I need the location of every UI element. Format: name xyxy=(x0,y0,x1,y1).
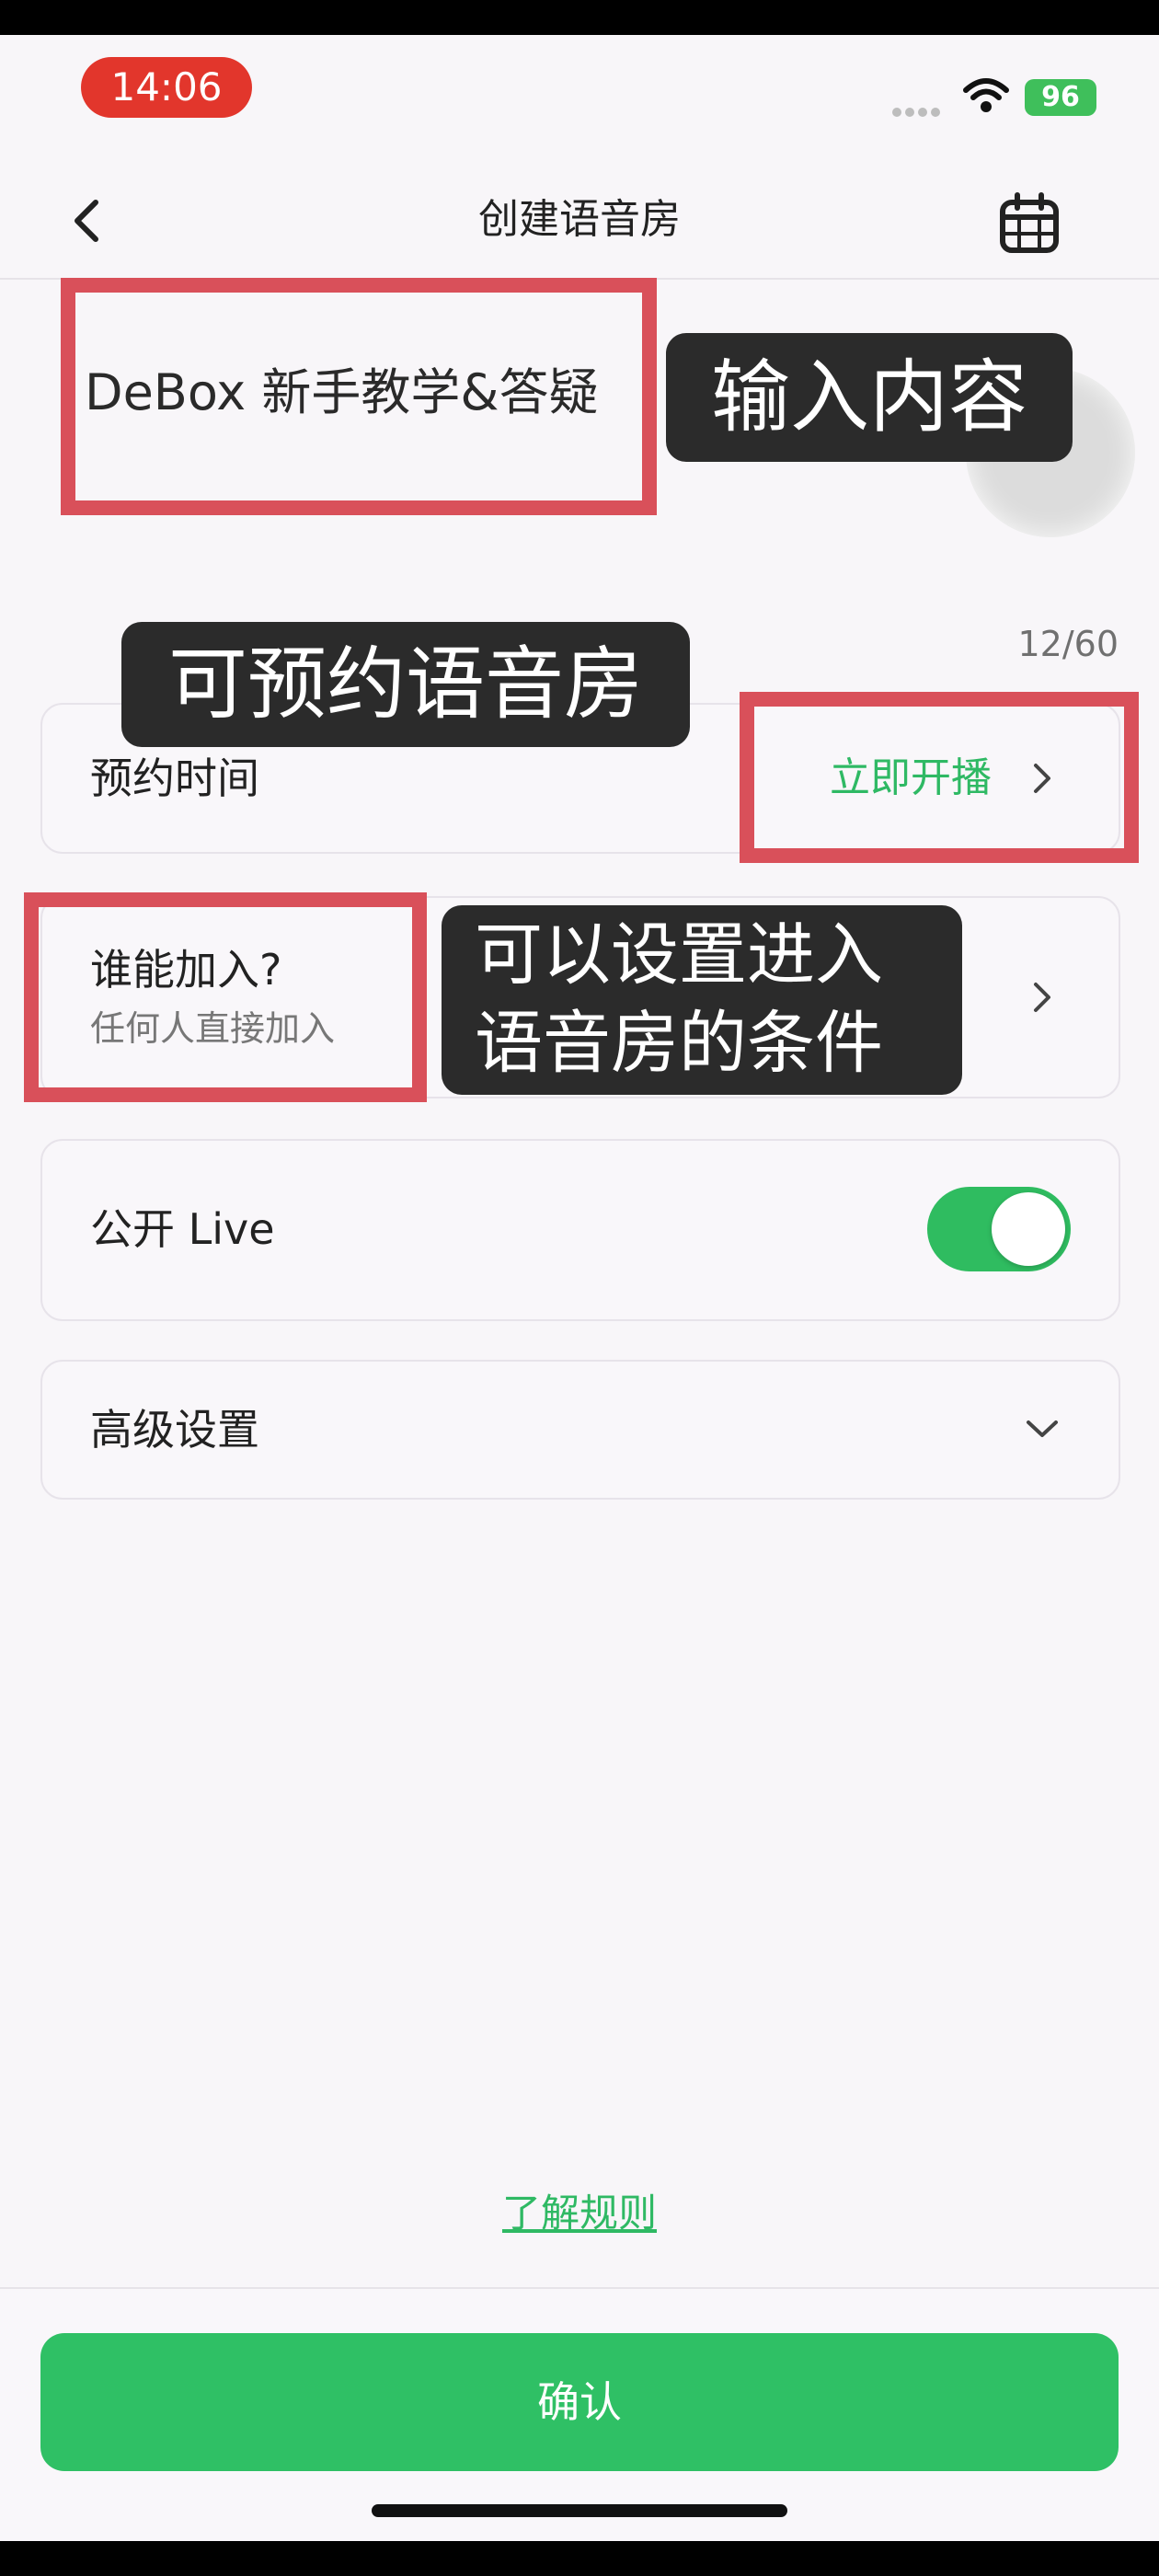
calendar-button[interactable] xyxy=(995,190,1063,258)
annotation-reservable: 可预约语音房 xyxy=(121,622,690,747)
bottom-black-bar xyxy=(0,2541,1159,2576)
chevron-down-icon xyxy=(1021,1413,1063,1444)
home-indicator xyxy=(372,2504,787,2517)
calendar-icon xyxy=(1000,192,1059,253)
highlight-box-schedule xyxy=(740,692,1139,863)
annotation-line-1: 可以设置进入 xyxy=(475,915,883,995)
schedule-label: 预约时间 xyxy=(90,753,259,803)
confirm-button[interactable]: 确认 xyxy=(40,2333,1119,2471)
highlight-box-title xyxy=(61,278,657,515)
annotation-input-content: 输入内容 xyxy=(666,333,1073,462)
chevron-right-icon xyxy=(1027,979,1058,1016)
bottom-divider xyxy=(0,2287,1159,2289)
signal-dots-icon xyxy=(892,103,947,117)
toggle-knob xyxy=(992,1192,1065,1266)
public-live-label: 公开 Live xyxy=(90,1204,275,1254)
title-char-count: 12/60 xyxy=(1017,624,1119,664)
advanced-settings-label: 高级设置 xyxy=(90,1405,259,1455)
annotation-line-2: 语音房的条件 xyxy=(475,1004,883,1083)
top-black-bar xyxy=(0,0,1159,35)
status-time: 14:06 xyxy=(81,57,252,118)
page-title: 创建语音房 xyxy=(478,196,681,243)
rules-link[interactable]: 了解规则 xyxy=(0,2186,1159,2241)
highlight-box-join xyxy=(24,892,427,1102)
wifi-icon xyxy=(962,77,1010,114)
annotation-join-condition: 可以设置进入 语音房的条件 xyxy=(442,905,962,1095)
battery-charging-icon: 96 xyxy=(1025,79,1096,116)
public-live-toggle[interactable] xyxy=(927,1187,1071,1271)
